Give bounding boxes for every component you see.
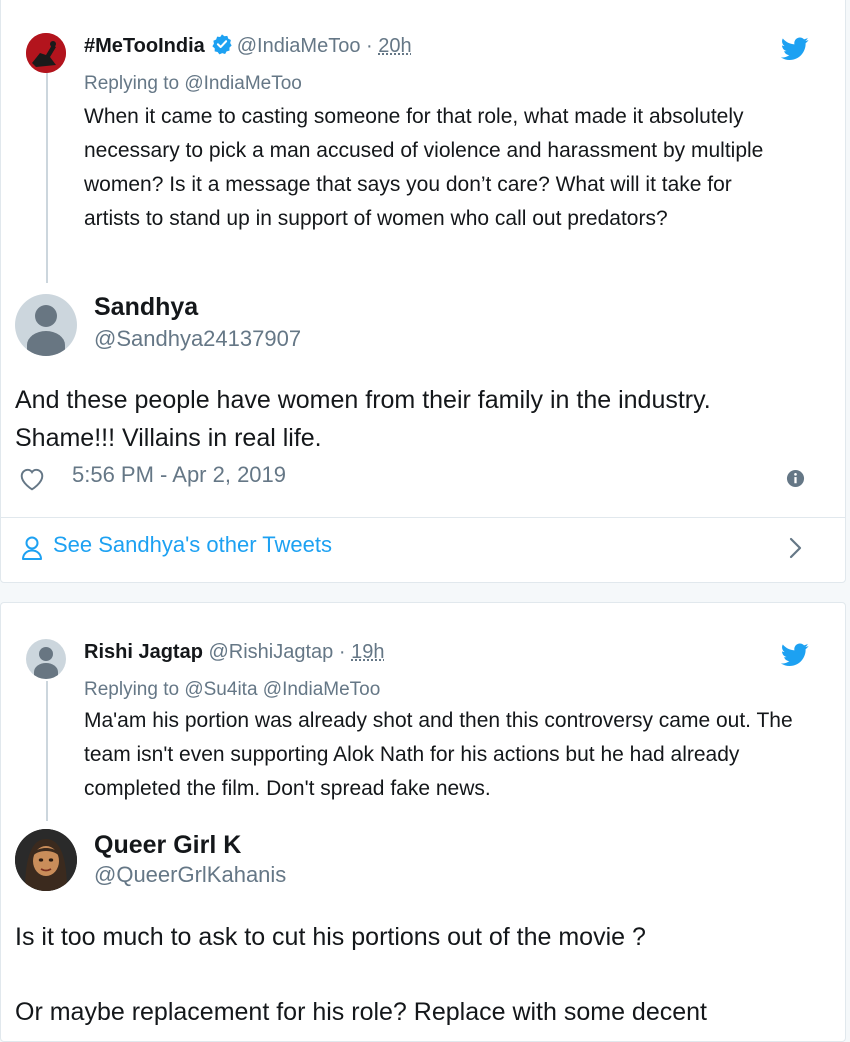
- info-icon[interactable]: [786, 469, 805, 488]
- author-handle[interactable]: @Sandhya24137907: [94, 326, 301, 352]
- separator: ·: [366, 35, 373, 57]
- display-name[interactable]: #MeTooIndia: [84, 35, 205, 57]
- chevron-right-icon: [787, 536, 803, 560]
- heart-icon[interactable]: [19, 467, 45, 491]
- see-other-tweets-link[interactable]: See Sandhya's other Tweets: [1, 518, 845, 582]
- verified-badge-icon: [211, 33, 233, 55]
- display-name[interactable]: Rishi Jagtap: [84, 641, 203, 663]
- quoted-tweet-text: When it came to casting someone for that…: [84, 105, 764, 230]
- tweet-text-line: Shame!!! Villains in real life.: [15, 424, 322, 452]
- quoted-tweet-text: Ma'am his portion was already shot and t…: [84, 709, 793, 800]
- tweet-text-paragraph: Or maybe replacement for his role? Repla…: [15, 998, 707, 1026]
- handle[interactable]: @IndiaMeToo: [237, 35, 361, 57]
- timestamp-link[interactable]: 20h: [378, 35, 411, 57]
- author-name[interactable]: Queer Girl K: [94, 831, 241, 860]
- replying-to-link[interactable]: @Su4ita @IndiaMeToo: [184, 679, 380, 700]
- replying-label: Replying to: [84, 73, 180, 94]
- replying-to: Replying to @Su4ita @IndiaMeToo: [84, 679, 380, 701]
- tweet-card: #MeTooIndia @IndiaMeToo · 20h Replying to…: [0, 0, 846, 583]
- author-handle[interactable]: @QueerGrlKahanis: [94, 862, 286, 888]
- replying-to: Replying to @IndiaMeToo: [84, 73, 302, 95]
- replying-to-link[interactable]: @IndiaMeToo: [184, 73, 302, 94]
- quoted-tweet-header: Rishi Jagtap @RishiJagtap · 19h: [84, 641, 384, 664]
- thread-line: [46, 73, 48, 283]
- person-icon: [21, 535, 43, 561]
- avatar[interactable]: [26, 33, 66, 73]
- quoted-tweet-header: #MeTooIndia @IndiaMeToo · 20h: [84, 33, 412, 58]
- avatar[interactable]: [15, 829, 77, 891]
- avatar[interactable]: [15, 294, 77, 356]
- author-name[interactable]: Sandhya: [94, 293, 198, 322]
- avatar[interactable]: [26, 639, 66, 679]
- tweet-timestamp[interactable]: 5:56 PM - Apr 2, 2019: [72, 462, 286, 488]
- tweet-text-line: And these people have women from their f…: [15, 386, 711, 414]
- tweet-text-paragraph: Is it too much to ask to cut his portion…: [15, 923, 646, 951]
- twitter-bird-icon[interactable]: [780, 643, 809, 667]
- handle[interactable]: @RishiJagtap: [208, 641, 333, 663]
- timestamp-link[interactable]: 19h: [351, 641, 384, 663]
- thread-line: [46, 681, 48, 821]
- tweet-card: Rishi Jagtap @RishiJagtap · 19h Replying…: [0, 602, 846, 1042]
- see-other-label: See Sandhya's other Tweets: [53, 532, 332, 557]
- twitter-bird-icon[interactable]: [780, 37, 809, 61]
- replying-label: Replying to: [84, 679, 180, 700]
- separator: ·: [338, 641, 346, 663]
